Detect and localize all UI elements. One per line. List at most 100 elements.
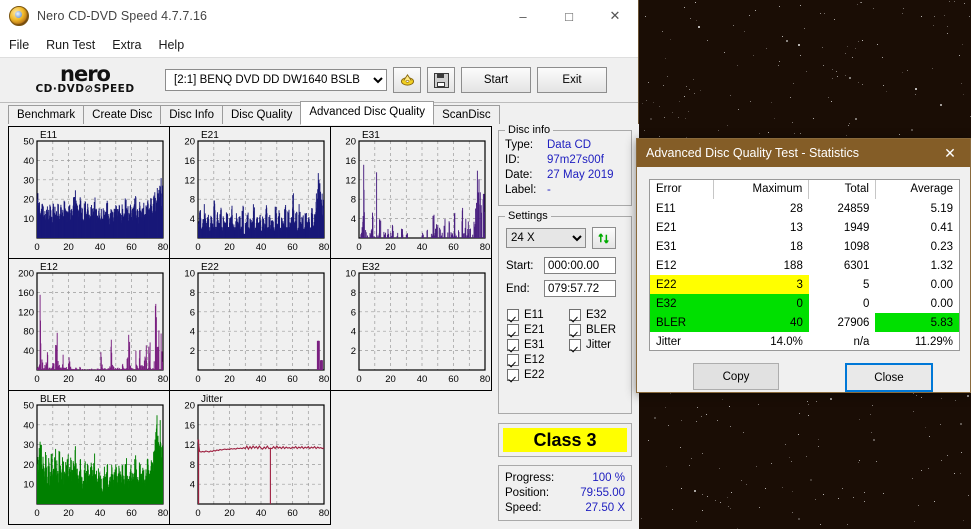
refresh-button[interactable] [592, 227, 616, 249]
svg-text:E31: E31 [362, 130, 380, 141]
checkbox-box [507, 369, 519, 381]
checkbox-box [569, 339, 581, 351]
svg-text:0: 0 [195, 242, 200, 253]
cell-error: E21 [656, 221, 677, 234]
end-time-field[interactable]: 079:57.72 [544, 280, 616, 297]
tab-benchmark[interactable]: Benchmark [8, 105, 85, 125]
svg-text:8: 8 [190, 460, 195, 471]
svg-text:8: 8 [351, 288, 356, 299]
cell-maximum: 0 [713, 294, 809, 313]
checkbox-label: E21 [524, 324, 545, 336]
settings-legend: Settings [505, 210, 551, 222]
dialog-close-action-button[interactable]: Close [845, 363, 933, 392]
maximize-button[interactable]: □ [546, 0, 592, 32]
tab-create-disc[interactable]: Create Disc [83, 105, 162, 125]
chart-cell-e11: 10 20 30 40 50 0 20 40 60 80 E11 [8, 126, 170, 259]
svg-text:0: 0 [195, 508, 200, 519]
checkbox-bler[interactable]: BLER [569, 324, 616, 336]
speed-label: Speed: [505, 502, 542, 514]
table-row: E12 188 6301 1.32 [650, 256, 959, 275]
disc-type-label: Type: [505, 139, 534, 151]
close-icon: ✕ [609, 8, 621, 23]
cell-error: E22 [650, 275, 714, 294]
checkbox-label: E22 [524, 369, 545, 381]
copy-button[interactable]: Copy [693, 363, 779, 390]
nero-logo-line2: CD·DVD⊘SPEED [35, 83, 135, 95]
svg-text:10: 10 [184, 269, 195, 280]
chart-e11: 10 20 30 40 50 0 20 40 60 80 E11 [23, 130, 169, 253]
checkbox-box [569, 309, 581, 321]
svg-text:4: 4 [351, 214, 356, 225]
statistics-dialog: Advanced Disc Quality Test - Statistics … [636, 138, 971, 393]
tab-scandisc[interactable]: ScanDisc [433, 105, 500, 125]
progress-panel: Progress: 100 % Position: 79:55.00 Speed… [498, 465, 632, 521]
checkbox-box [507, 354, 519, 366]
cell-total: 6301 [843, 259, 870, 272]
minimize-button[interactable]: – [500, 0, 546, 32]
close-button[interactable]: ✕ [592, 0, 638, 32]
svg-text:10: 10 [23, 214, 34, 225]
chart-jitter: 4 8 12 16 20 0 20 40 60 80 Jitter [184, 394, 329, 519]
tab-disc-quality[interactable]: Disc Quality [222, 105, 302, 125]
position-label: Position: [505, 487, 550, 499]
svg-text:E32: E32 [362, 262, 380, 273]
checkbox-e12[interactable]: E12 [507, 354, 544, 366]
tab-advanced-disc-quality[interactable]: Advanced Disc Quality [300, 101, 435, 125]
settings-panel: Settings 24 X Start: 000:00.00 End: 079:… [498, 210, 632, 414]
svg-text:12: 12 [184, 440, 195, 451]
checkbox-box [507, 324, 519, 336]
svg-text:0: 0 [356, 374, 361, 385]
svg-text:40: 40 [256, 508, 267, 519]
checkbox-e21[interactable]: E21 [507, 324, 544, 336]
exit-button[interactable]: Exit [537, 67, 607, 93]
svg-text:80: 80 [158, 242, 169, 253]
checkbox-box [507, 309, 519, 321]
svg-text:80: 80 [319, 242, 330, 253]
menu-item-help[interactable]: Help [158, 38, 184, 52]
svg-text:20: 20 [184, 137, 195, 148]
start-button[interactable]: Start [461, 67, 531, 93]
svg-text:20: 20 [385, 374, 396, 385]
disc-id-label: ID: [505, 154, 520, 166]
svg-text:20: 20 [224, 242, 235, 253]
checkbox-box [569, 324, 581, 336]
svg-text:8: 8 [190, 195, 195, 206]
minimize-icon: – [519, 8, 527, 24]
menu-item-extra[interactable]: Extra [112, 38, 141, 52]
svg-text:0: 0 [356, 242, 361, 253]
column-error: Error [650, 180, 715, 199]
cell-error: Jitter [656, 335, 681, 348]
svg-text:200: 200 [18, 269, 34, 280]
svg-text:0: 0 [195, 374, 200, 385]
drive-select[interactable]: [2:1] BENQ DVD DD DW1640 BSLB [165, 69, 387, 91]
table-row: E11 28 24859 5.19 [650, 199, 959, 218]
checkbox-jitter[interactable]: Jitter [569, 339, 616, 351]
checkbox-e32[interactable]: E32 [569, 309, 616, 321]
svg-text:20: 20 [184, 401, 195, 412]
menu-item-file[interactable]: File [9, 38, 29, 52]
cell-maximum: 188 [783, 259, 803, 272]
table-row: E31 18 1098 0.23 [650, 237, 959, 256]
checkbox-e11[interactable]: E11 [507, 309, 544, 321]
menu-item-run-test[interactable]: Run Test [46, 38, 95, 52]
cell-average: 5.83 [875, 313, 959, 332]
chart-e31: 4 8 12 16 20 0 20 40 60 80 E31 [345, 130, 490, 253]
cell-total: n/a [853, 335, 870, 348]
checkbox-e31[interactable]: E31 [507, 339, 544, 351]
cell-total: 1098 [843, 240, 870, 253]
checkbox-e22[interactable]: E22 [507, 369, 544, 381]
chart-e12: 40 80 120 160 200 0 20 40 60 80 E12 [18, 262, 168, 385]
window-title: Nero CD-DVD Speed 4.7.7.16 [37, 9, 208, 23]
start-time-field[interactable]: 000:00.00 [544, 257, 616, 274]
save-floppy-icon [433, 72, 449, 88]
dialog-close-button[interactable]: ✕ [930, 139, 970, 167]
speed-select[interactable]: 24 X [506, 228, 586, 248]
save-button[interactable] [427, 67, 455, 93]
checkbox-label: E12 [524, 354, 545, 366]
tab-disc-info[interactable]: Disc Info [160, 105, 223, 125]
svg-text:10: 10 [345, 269, 356, 280]
svg-text:0: 0 [34, 508, 39, 519]
eject-button[interactable] [393, 67, 421, 93]
cell-total: 27906 [837, 316, 870, 329]
svg-text:E12: E12 [40, 262, 58, 273]
